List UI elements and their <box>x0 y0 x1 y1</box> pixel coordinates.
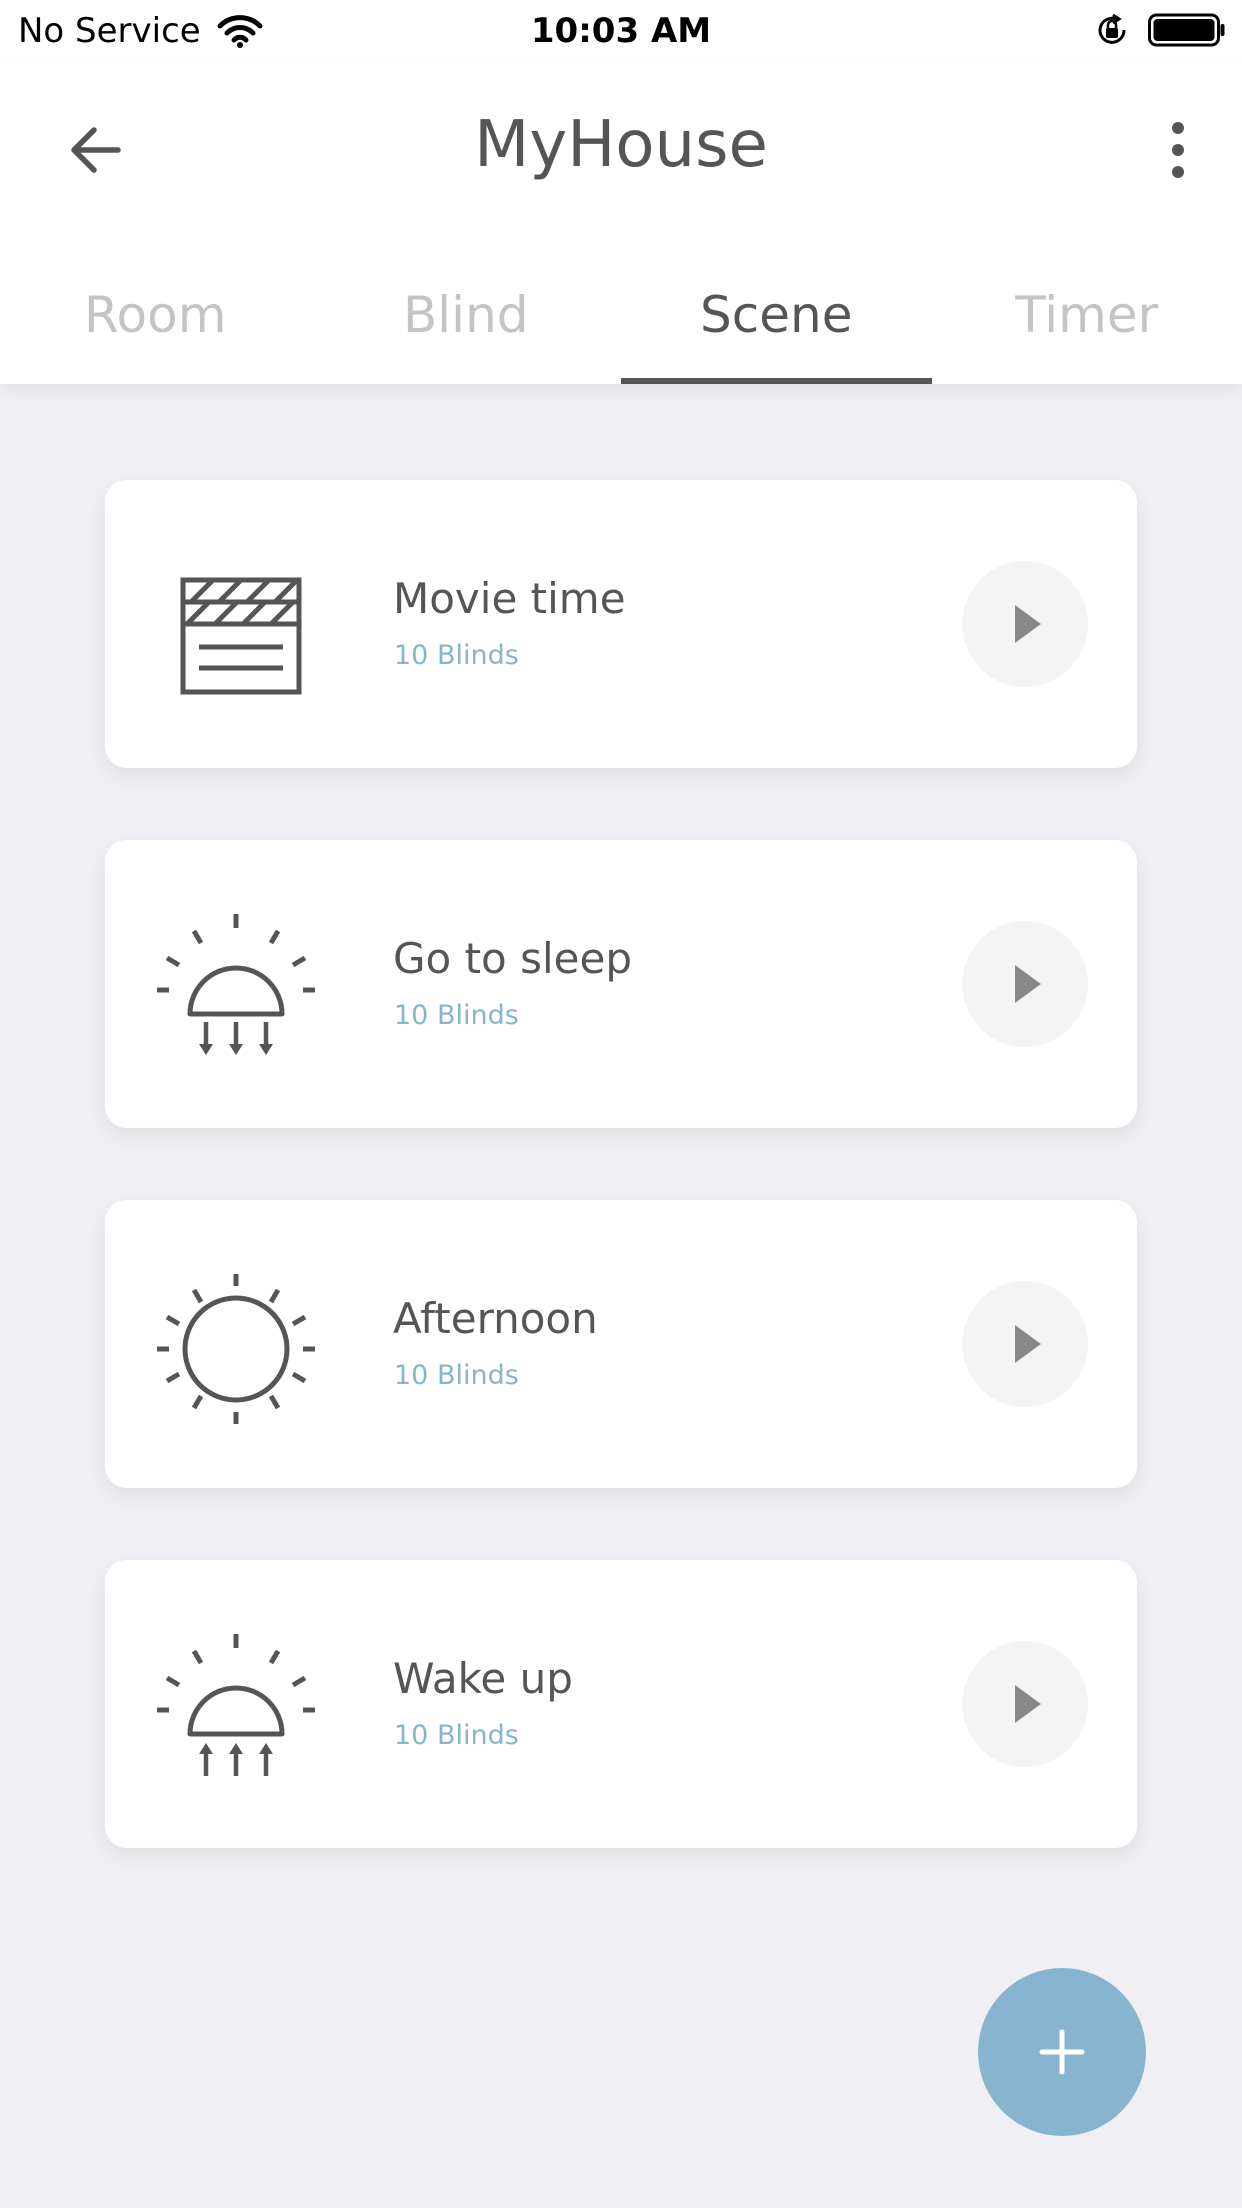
tab-room[interactable]: Room <box>0 282 311 384</box>
scene-card-movie-time[interactable]: Movie time 10 Blinds <box>105 480 1137 768</box>
scene-card-afternoon[interactable]: Afternoon 10 Blinds <box>105 1200 1137 1488</box>
play-icon <box>1015 1325 1041 1363</box>
status-time: 10:03 AM <box>530 11 712 51</box>
scene-name: Afternoon <box>393 1294 598 1343</box>
play-scene-button[interactable] <box>962 1281 1088 1407</box>
status-bar: No Service 10:03 AM <box>0 0 1242 62</box>
scene-name: Movie time <box>393 574 626 623</box>
scene-blind-count: 10 Blinds <box>394 640 519 671</box>
scene-name: Go to sleep <box>393 934 632 983</box>
play-icon <box>1015 605 1041 643</box>
sunset-icon <box>157 914 315 1055</box>
play-icon <box>1015 1685 1041 1723</box>
sun-icon <box>157 1274 315 1424</box>
orientation-lock-icon <box>1098 13 1126 44</box>
play-scene-button[interactable] <box>962 561 1088 687</box>
scene-blind-count: 10 Blinds <box>394 1000 519 1031</box>
tab-bar: Room Blind Scene Timer <box>0 282 1242 384</box>
plus-icon <box>1039 2029 1085 2075</box>
status-right <box>1094 12 1226 48</box>
play-scene-button[interactable] <box>962 1641 1088 1767</box>
tab-blind[interactable]: Blind <box>311 282 622 384</box>
add-scene-button[interactable] <box>978 1968 1146 2136</box>
page-title: MyHouse <box>474 108 768 182</box>
scene-card-go-to-sleep[interactable]: Go to sleep 10 Blinds <box>105 840 1137 1128</box>
play-icon <box>1015 965 1041 1003</box>
scene-blind-count: 10 Blinds <box>394 1720 519 1751</box>
scene-name: Wake up <box>393 1654 573 1703</box>
sunrise-icon <box>157 1634 315 1776</box>
scene-blind-count: 10 Blinds <box>394 1360 519 1391</box>
tab-timer[interactable]: Timer <box>932 282 1242 384</box>
scene-card-wake-up[interactable]: Wake up 10 Blinds <box>105 1560 1137 1848</box>
play-scene-button[interactable] <box>962 921 1088 1047</box>
tab-scene[interactable]: Scene <box>621 282 932 384</box>
app-header: MyHouse Room Blind Scene Timer <box>0 62 1242 384</box>
battery-icon <box>1148 13 1225 47</box>
more-options-icon[interactable] <box>1158 118 1198 182</box>
clapperboard-icon <box>180 577 302 695</box>
